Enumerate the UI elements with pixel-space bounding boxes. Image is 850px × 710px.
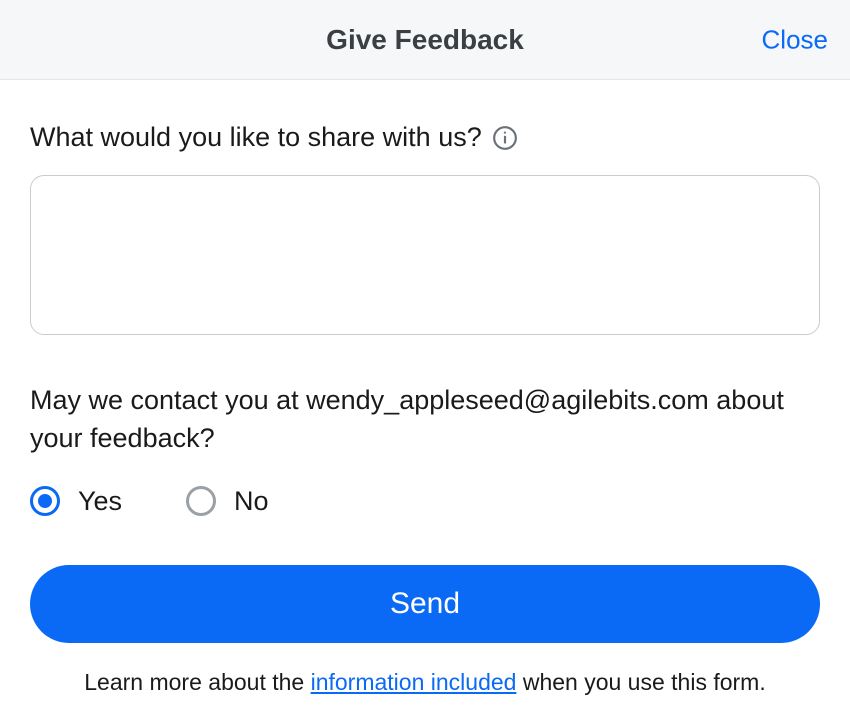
information-included-link[interactable]: information included <box>311 669 517 695</box>
contact-radio-group: Yes No <box>30 486 820 517</box>
radio-no-option[interactable]: No <box>186 486 269 517</box>
learn-more-text: Learn more about the information include… <box>30 669 820 696</box>
radio-no-label: No <box>234 486 269 517</box>
radio-no-circle <box>186 486 216 516</box>
send-button[interactable]: Send <box>30 565 820 643</box>
radio-yes-dot <box>38 494 52 508</box>
radio-yes-circle <box>30 486 60 516</box>
contact-question-label: May we contact you at wendy_appleseed@ag… <box>30 382 820 458</box>
radio-yes-label: Yes <box>78 486 122 517</box>
share-label-row: What would you like to share with us? <box>30 122 820 153</box>
learn-more-prefix: Learn more about the <box>84 669 310 695</box>
dialog-header: Give Feedback Close <box>0 0 850 80</box>
learn-more-suffix: when you use this form. <box>516 669 765 695</box>
feedback-textarea[interactable] <box>30 175 820 335</box>
close-button[interactable]: Close <box>762 24 828 55</box>
dialog-content: What would you like to share with us? Ma… <box>0 80 850 696</box>
dialog-title: Give Feedback <box>326 24 524 56</box>
info-icon[interactable] <box>492 125 518 151</box>
share-question-label: What would you like to share with us? <box>30 122 482 153</box>
radio-yes-option[interactable]: Yes <box>30 486 122 517</box>
